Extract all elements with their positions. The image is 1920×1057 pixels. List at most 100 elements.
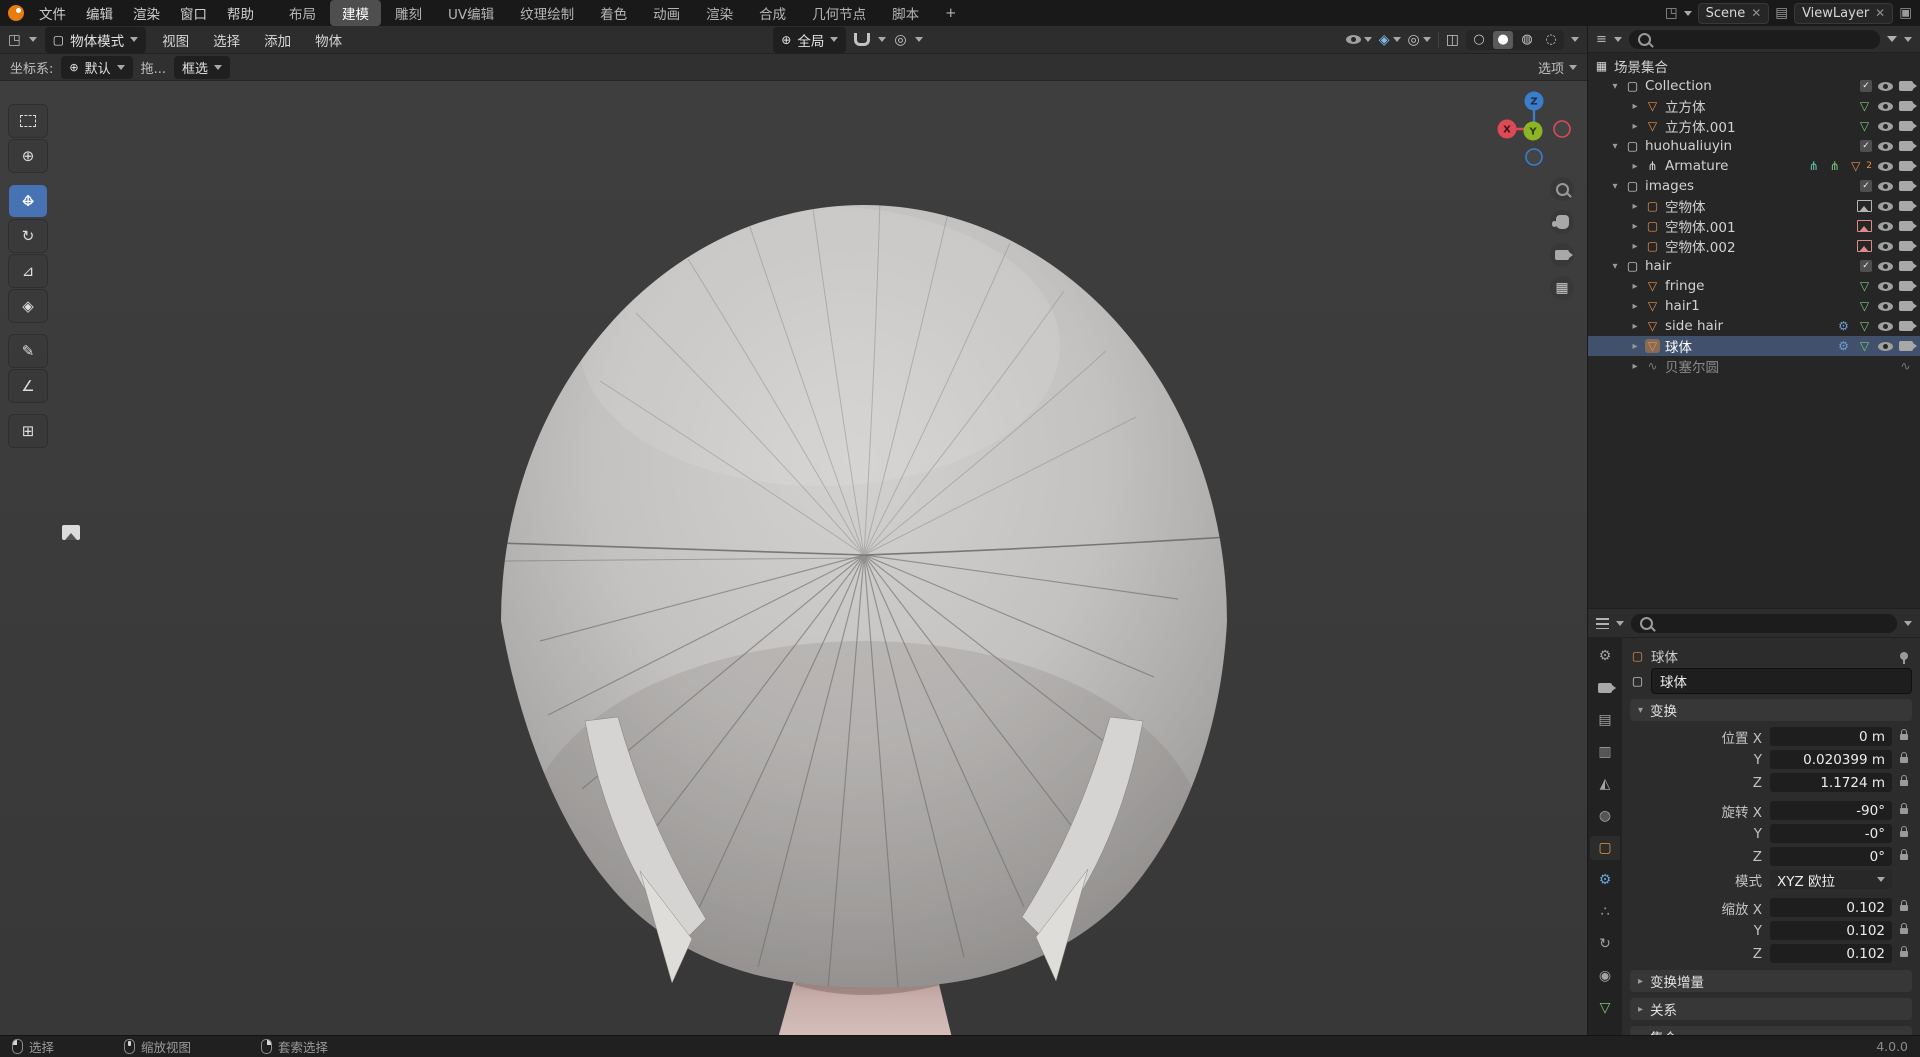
tab-rendering[interactable]: 渲染 xyxy=(694,0,745,26)
shading-options-chevron-icon[interactable] xyxy=(1571,37,1579,42)
menu-viewport-view[interactable]: 视图 xyxy=(154,28,197,52)
navigation-gizmo[interactable]: Z X Y xyxy=(1496,91,1572,167)
pose-icon[interactable]: ⋔ xyxy=(1827,159,1842,173)
outliner-display-mode-icon[interactable]: ≡ xyxy=(1596,32,1607,47)
hide-eye-icon[interactable] xyxy=(1878,342,1893,351)
menu-viewport-add[interactable]: 添加 xyxy=(256,28,299,52)
modifier-icon[interactable]: ⚙ xyxy=(1836,319,1851,333)
tab-geometry-nodes[interactable]: 几何节点 xyxy=(800,0,878,26)
tab-scripting[interactable]: 脚本 xyxy=(880,0,931,26)
tab-texture-paint[interactable]: 纹理绘制 xyxy=(508,0,586,26)
outliner-row-cube[interactable]: ▸ ▽ 立方体 ▽ xyxy=(1588,96,1920,116)
shading-rendered-button[interactable]: ◌ xyxy=(1541,31,1561,49)
add-workspace-button[interactable]: + xyxy=(933,2,968,24)
menu-edit[interactable]: 编辑 xyxy=(77,1,122,25)
outliner-filter-icon[interactable] xyxy=(1887,36,1897,42)
properties-filter-chevron-icon[interactable] xyxy=(1904,621,1912,626)
outliner-scene-collection[interactable]: ▦ 场景集合 xyxy=(1588,56,1920,76)
collection-checkbox[interactable]: ✓ xyxy=(1860,260,1872,272)
section-transform-delta[interactable]: ▸变换增量 xyxy=(1630,970,1912,992)
location-z-field[interactable]: 1.1724 m xyxy=(1770,773,1892,792)
render-camera-icon[interactable] xyxy=(1899,281,1913,291)
collection-checkbox[interactable]: ✓ xyxy=(1860,140,1872,152)
menu-render[interactable]: 渲染 xyxy=(124,1,169,25)
render-camera-icon[interactable] xyxy=(1899,81,1913,91)
lock-icon[interactable] xyxy=(1900,951,1908,957)
render-camera-icon[interactable] xyxy=(1899,201,1913,211)
tab-modeling[interactable]: 建模 xyxy=(330,0,381,26)
blender-logo-icon[interactable] xyxy=(8,5,24,21)
zoom-icon[interactable] xyxy=(1550,177,1574,201)
expand-arrow-icon[interactable]: ▸ xyxy=(1630,301,1640,312)
render-camera-icon[interactable] xyxy=(1899,221,1913,231)
scene-browse-icon[interactable]: ◳ xyxy=(1665,5,1678,21)
render-camera-icon[interactable] xyxy=(1899,241,1913,251)
gizmo-neg-z[interactable] xyxy=(1526,149,1542,165)
visibility-dropdown[interactable] xyxy=(1346,35,1372,44)
empty-image-placeholder-icon[interactable] xyxy=(62,525,80,540)
properties-editor-chevron-icon[interactable] xyxy=(1616,621,1624,626)
outliner-row-images[interactable]: ▾ ▢ images ✓ xyxy=(1588,176,1920,196)
outliner-filter-chevron-icon[interactable] xyxy=(1904,37,1912,42)
render-camera-icon[interactable] xyxy=(1899,181,1913,191)
shading-solid-button[interactable]: ● xyxy=(1493,31,1513,49)
render-camera-icon[interactable] xyxy=(1899,121,1913,131)
collection-checkbox[interactable]: ✓ xyxy=(1860,180,1872,192)
tab-animation[interactable]: 动画 xyxy=(641,0,692,26)
properties-editor-icon[interactable] xyxy=(1596,618,1609,629)
hide-eye-icon[interactable] xyxy=(1878,202,1893,211)
tab-constraints[interactable]: ◉ xyxy=(1590,964,1620,988)
armature-data-icon[interactable]: ⋔ xyxy=(1806,159,1821,173)
outliner-row-cube-001[interactable]: ▸ ▽ 立方体.001 ▽ xyxy=(1588,116,1920,136)
editor-type-icon[interactable]: ◳ xyxy=(8,32,21,48)
ortho-grid-icon[interactable]: ▦ xyxy=(1550,276,1574,300)
hide-eye-icon[interactable] xyxy=(1878,82,1893,91)
camera-view-icon[interactable] xyxy=(1550,243,1574,267)
lock-icon[interactable] xyxy=(1900,808,1908,814)
object-name-field[interactable]: 球体 xyxy=(1651,668,1912,694)
render-camera-icon[interactable] xyxy=(1899,141,1913,151)
lock-icon[interactable] xyxy=(1900,831,1908,837)
menu-viewport-object[interactable]: 物体 xyxy=(307,28,350,52)
transform-orientation-select[interactable]: ⊕ 全局 xyxy=(773,27,846,53)
hide-eye-icon[interactable] xyxy=(1878,242,1893,251)
scale-y-field[interactable]: 0.102 xyxy=(1770,921,1892,940)
lock-icon[interactable] xyxy=(1900,757,1908,763)
section-transform[interactable]: ▾变换 xyxy=(1630,699,1912,721)
drag-action-select[interactable]: 框选 xyxy=(174,56,230,79)
tab-layout[interactable]: 布局 xyxy=(277,0,328,26)
overlays-toggle[interactable]: ◎ xyxy=(1408,32,1431,48)
hide-eye-icon[interactable] xyxy=(1878,262,1893,271)
tool-move[interactable] xyxy=(9,185,47,217)
tool-annotate[interactable]: ✎ xyxy=(9,335,47,367)
tab-output[interactable]: ▤ xyxy=(1590,708,1620,732)
outliner-row-empty-001[interactable]: ▸ ▢ 空物体.001 xyxy=(1588,216,1920,236)
expand-arrow-icon[interactable]: ▾ xyxy=(1610,261,1620,272)
lock-icon[interactable] xyxy=(1900,905,1908,911)
tab-world[interactable]: ◍ xyxy=(1590,804,1620,828)
expand-arrow-icon[interactable]: ▸ xyxy=(1630,221,1640,232)
properties-search-input[interactable] xyxy=(1631,614,1897,633)
tab-scene[interactable]: ◭ xyxy=(1590,772,1620,796)
tab-tool[interactable]: ⚙ xyxy=(1590,644,1620,668)
tab-particles[interactable]: ∴ xyxy=(1590,900,1620,924)
proportional-options-chevron-icon[interactable] xyxy=(915,37,923,42)
outliner-row-bezier-circle[interactable]: ▸ ∿ 贝塞尔圆 ∿ xyxy=(1588,356,1920,376)
tab-modifiers[interactable]: ⚙ xyxy=(1590,868,1620,892)
viewport-3d[interactable]: ⊕ ↻ ⊿ ◈ ✎ ∠ ⊞ xyxy=(0,81,1587,1035)
menu-help[interactable]: 帮助 xyxy=(218,1,263,25)
expand-arrow-icon[interactable]: ▸ xyxy=(1630,281,1640,292)
outliner-row-sphere-selected[interactable]: ▸ ▽ 球体 ⚙▽ xyxy=(1588,336,1920,356)
hide-eye-icon[interactable] xyxy=(1878,322,1893,331)
hide-eye-icon[interactable] xyxy=(1878,162,1893,171)
lock-icon[interactable] xyxy=(1900,780,1908,786)
outliner-row-hair[interactable]: ▾ ▢ hair ✓ xyxy=(1588,256,1920,276)
tool-select-box[interactable] xyxy=(9,105,47,137)
collection-checkbox[interactable]: ✓ xyxy=(1860,80,1872,92)
expand-arrow-icon[interactable]: ▾ xyxy=(1610,81,1620,92)
lock-icon[interactable] xyxy=(1900,854,1908,860)
gizmo-neg-x[interactable] xyxy=(1554,121,1570,137)
tab-object[interactable]: ▢ xyxy=(1590,836,1620,860)
rotation-mode-select[interactable]: XYZ 欧拉 xyxy=(1770,870,1892,889)
editor-layout-icon[interactable]: ▣ xyxy=(1899,5,1912,21)
